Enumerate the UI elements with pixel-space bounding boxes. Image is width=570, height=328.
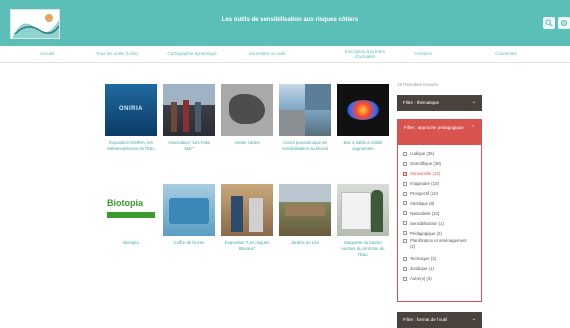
nav-item-accueil[interactable]: Accueil [40, 51, 55, 56]
wave-logo-icon [13, 14, 59, 38]
tool-card[interactable]: Maquette du bassin versant du territoire… [337, 184, 389, 258]
filter-option[interactable]: Naturaliste (13) [403, 208, 476, 218]
filter-option[interactable]: Autre(s) (4) [403, 274, 476, 284]
checkbox[interactable] [403, 211, 407, 216]
tool-card[interactable]: Bac à sable à réalité augmentée [337, 84, 389, 152]
filter-format[interactable]: Filtre : format de l'outil ⌄ [397, 312, 482, 328]
chevron-down-icon: ⌄ [471, 99, 476, 105]
site-logo[interactable] [10, 9, 60, 39]
filter-option[interactable]: Technique (3) [403, 254, 476, 264]
nav-item-contacts[interactable]: Contacts [414, 51, 432, 56]
settings-button[interactable] [558, 17, 570, 29]
filter-option[interactable]: Prospectif (10) [403, 189, 476, 199]
tool-card[interactable]: Atelier cartes [221, 84, 273, 146]
filter-option[interactable]: ✓ Sensorielle (13) [403, 169, 476, 179]
checkbox-checked[interactable]: ✓ [403, 171, 407, 176]
site-title: Les outils de sensibilisation aux risque… [221, 17, 359, 23]
tool-thumbnail[interactable] [163, 184, 215, 236]
tool-thumbnail[interactable] [279, 84, 331, 136]
filter-option[interactable]: Juridique (1) [403, 264, 476, 274]
tool-thumbnail[interactable] [221, 84, 273, 136]
tool-caption[interactable]: Biotopia [105, 240, 157, 246]
checkbox[interactable] [403, 276, 407, 281]
nav-item-tous-les-outils[interactable]: Tous les outils (Liste) [96, 51, 138, 56]
checkbox[interactable] [403, 239, 407, 244]
tool-card[interactable]: ONIRIA Exposition ONIRIA, les Métamorpho… [105, 84, 157, 152]
nav-item-soumettre[interactable]: Soumettre un outil [249, 51, 286, 56]
checkbox[interactable] [403, 221, 407, 226]
filter-option[interactable]: Imaginaire (10) [403, 179, 476, 189]
tool-thumbnail[interactable]: Biotopia [105, 184, 157, 236]
checkbox[interactable] [403, 191, 407, 196]
checkbox[interactable] [403, 151, 407, 156]
tool-caption[interactable]: Association "Les Fatis Mar" [163, 140, 215, 152]
tool-caption[interactable]: Maquette du bassin versant du territoire… [337, 240, 389, 258]
tool-card[interactable]: Jardins de Léo [279, 184, 331, 246]
filter-option[interactable]: Pédagogique (2) [403, 228, 476, 238]
tool-thumbnail[interactable] [221, 184, 273, 236]
tool-caption[interactable]: Accès panoramique de sensibilisation au … [279, 140, 331, 152]
filter-thematique[interactable]: Filtre : thématique ⌄ [397, 95, 482, 111]
filter-option[interactable]: Sensibilisation (1) [403, 218, 476, 228]
tool-card[interactable]: Association "Les Fatis Mar" [163, 84, 215, 152]
chevron-down-icon: ⌄ [471, 316, 476, 322]
tool-caption[interactable]: Jardins de Léo [279, 240, 331, 246]
checkbox[interactable] [403, 231, 407, 236]
tool-thumbnail[interactable] [337, 84, 389, 136]
nav-item-inscription[interactable]: Inscription à la lettre d'actualité [341, 49, 389, 59]
filter-options: Ludique (35) Scientifique (38) ✓ Sensorie… [398, 145, 481, 288]
tool-caption[interactable]: Exposition ONIRIA, les Métamorphoses de … [105, 140, 157, 152]
checkbox[interactable] [403, 266, 407, 271]
nav-item-cartographie[interactable]: Cartographie dynamique [167, 51, 216, 56]
search-icon [545, 19, 553, 27]
tool-caption[interactable]: Coffre de la mer [163, 240, 215, 246]
filter-label: Filtre : format de l'outil [403, 317, 448, 322]
site-header: Les outils de sensibilisation aux risque… [0, 0, 570, 46]
checkbox[interactable] [403, 256, 407, 261]
filter-option[interactable]: Planification et aménagement (2) [403, 238, 476, 254]
tool-thumbnail[interactable] [163, 84, 215, 136]
filter-option[interactable]: Artistique (8) [403, 198, 476, 208]
tool-caption[interactable]: Bac à sable à réalité augmentée [337, 140, 389, 152]
tool-caption[interactable]: Atelier cartes [221, 140, 273, 146]
thumb-text: ONIRIA [119, 106, 143, 112]
filter-option[interactable]: Scientifique (38) [403, 159, 476, 169]
tool-card[interactable]: Exposition "Les risques littoraux" [221, 184, 273, 252]
tool-card[interactable]: Biotopia Biotopia [105, 184, 157, 246]
thumb-text: Biotopia [107, 198, 143, 208]
tool-caption[interactable]: Exposition "Les risques littoraux" [221, 240, 273, 252]
checkbox[interactable] [403, 181, 407, 186]
tool-thumbnail[interactable] [337, 184, 389, 236]
results-count: 19 Résultats trouvés [397, 82, 439, 87]
filter-label: Filtre : approche pédagogique [404, 125, 464, 130]
tool-thumbnail[interactable]: ONIRIA [105, 84, 157, 136]
filter-approche-panel: Filtre : approche pédagogique ⌃ Ludique … [397, 119, 482, 302]
main-nav: Accueil Tous les outils (Liste) Cartogra… [0, 46, 570, 63]
chevron-up-icon: ⌃ [470, 125, 475, 131]
tool-card[interactable]: Accès panoramique de sensibilisation au … [279, 84, 331, 152]
filter-label: Filtre : thématique [403, 100, 440, 105]
tool-card[interactable]: Coffre de la mer [163, 184, 215, 246]
search-button[interactable] [543, 17, 555, 29]
nav-item-connectez[interactable]: Connectez [495, 51, 517, 56]
tool-thumbnail[interactable] [279, 184, 331, 236]
filter-approche[interactable]: Filtre : approche pédagogique ⌃ [398, 120, 481, 145]
gear-icon [560, 19, 568, 27]
checkbox[interactable] [403, 201, 407, 206]
filter-option[interactable]: Ludique (35) [403, 149, 476, 159]
checkbox[interactable] [403, 161, 407, 166]
